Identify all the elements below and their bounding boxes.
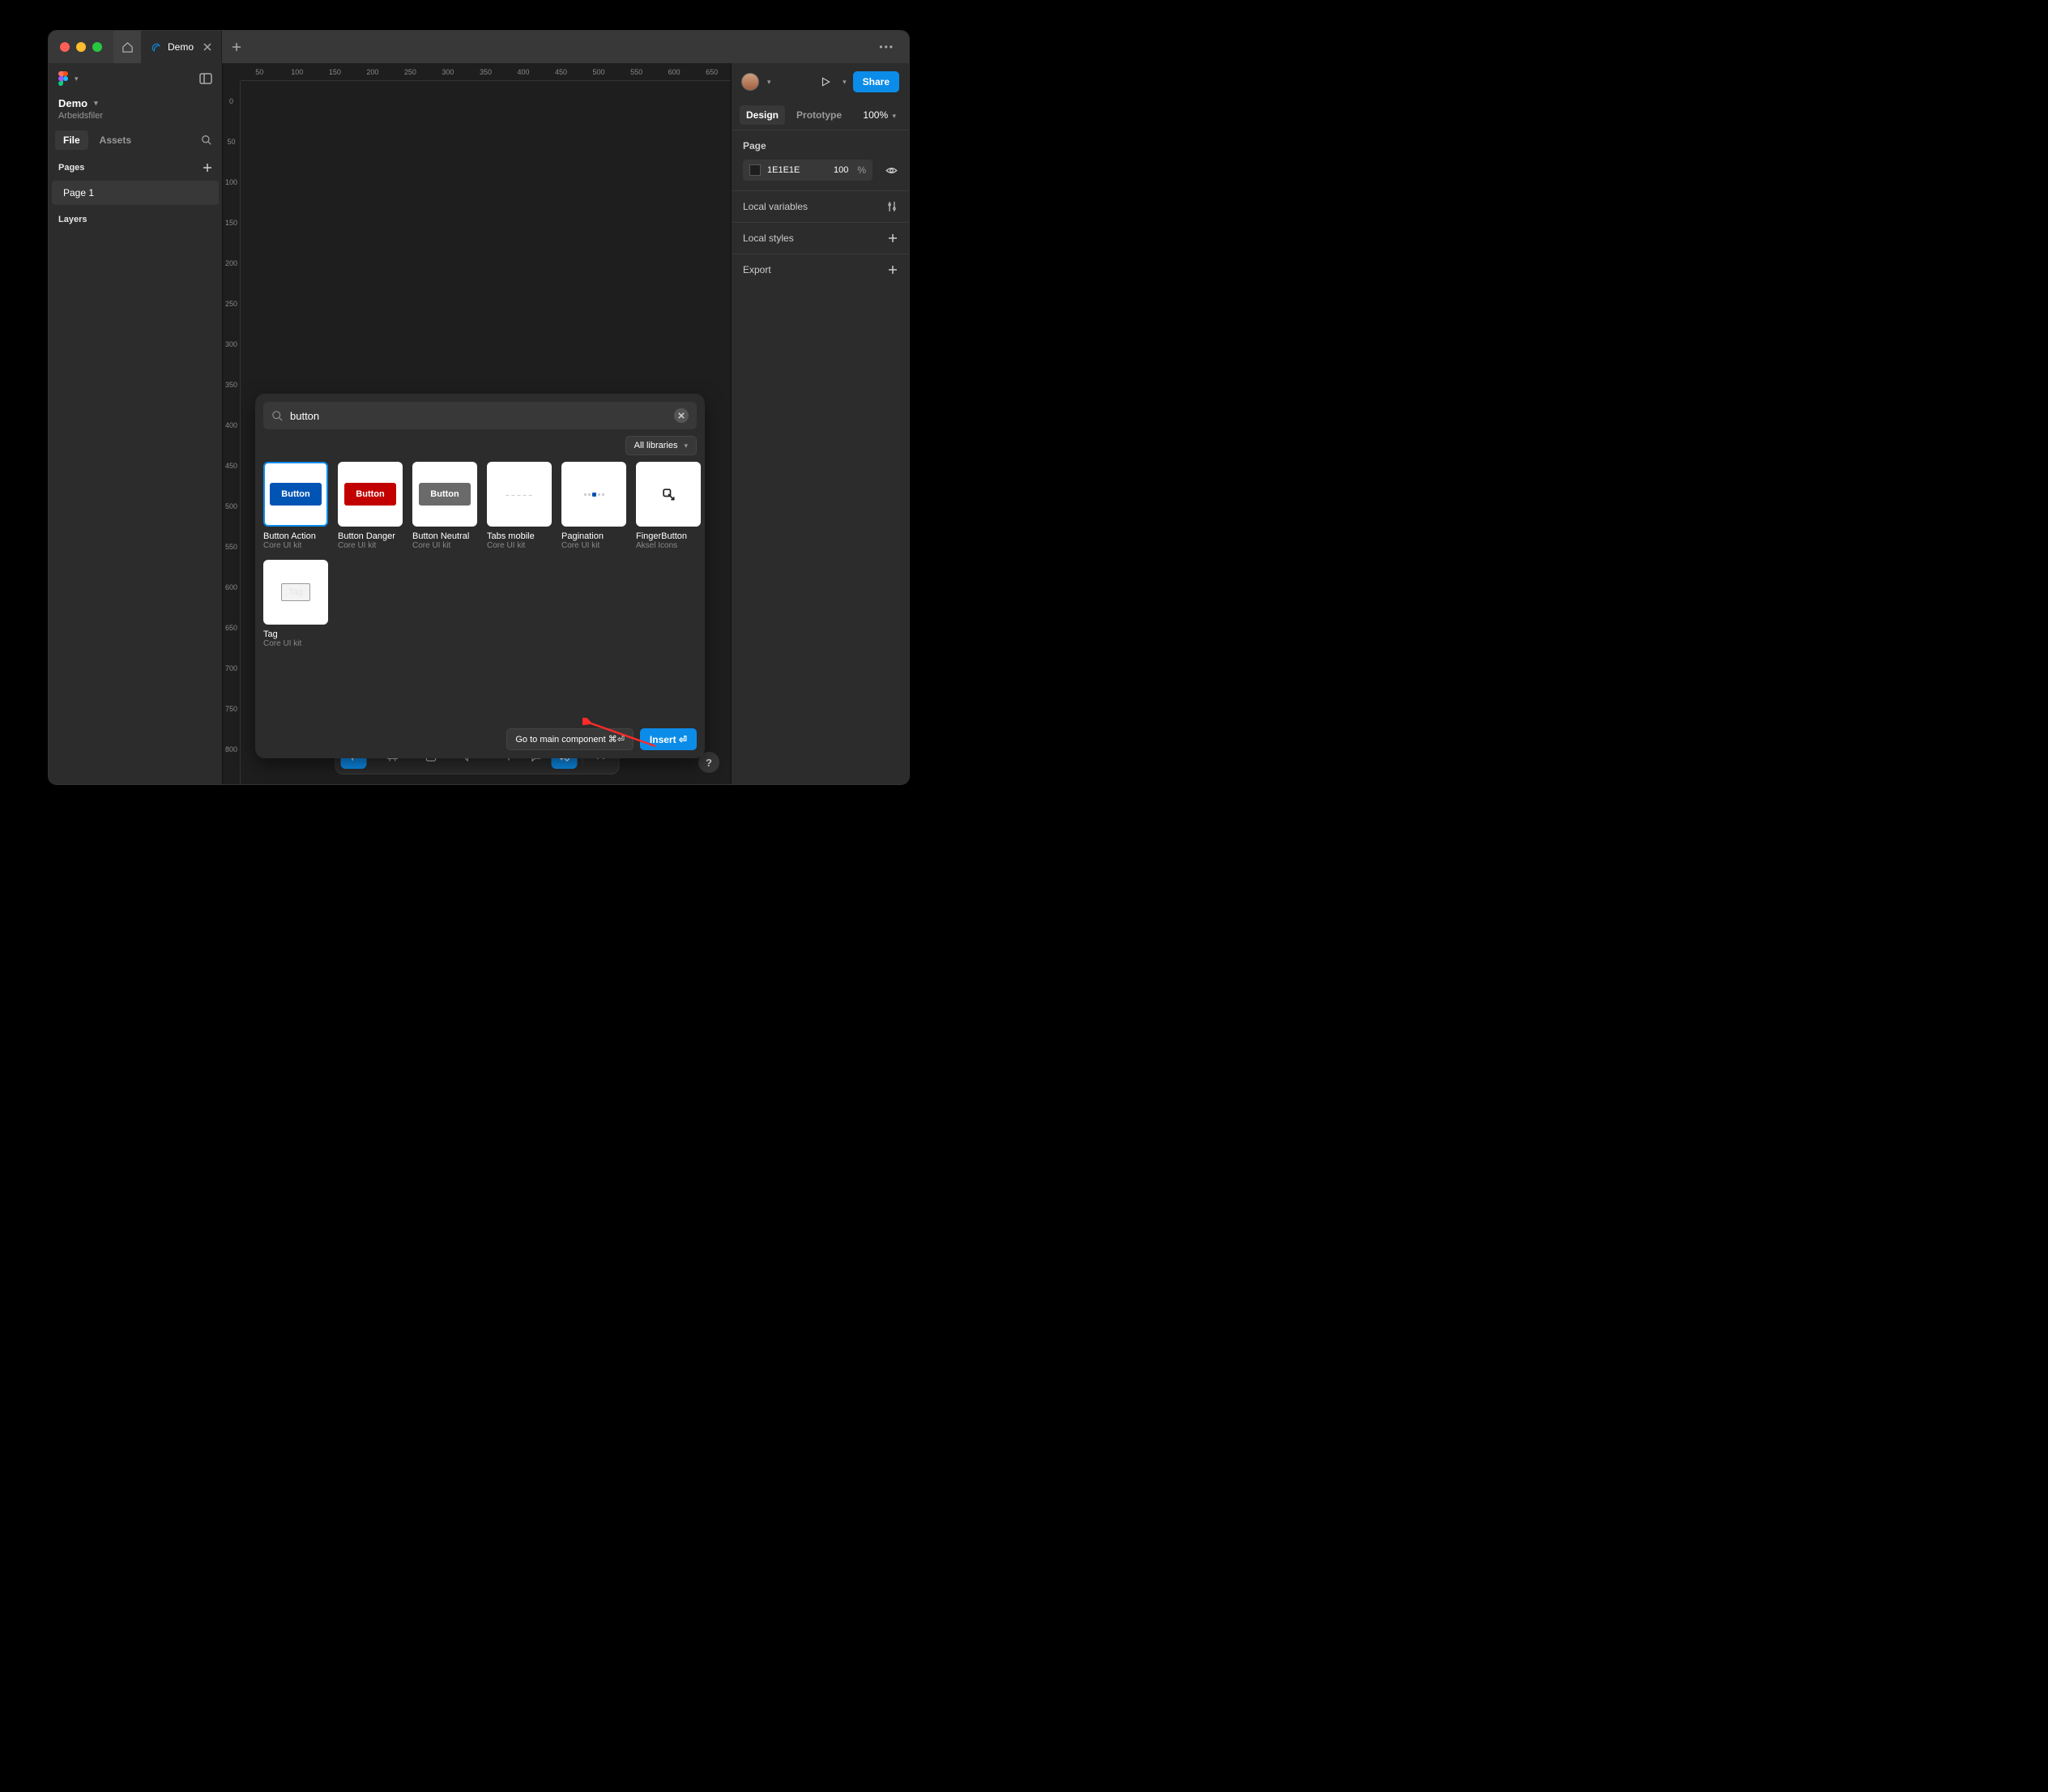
design-tab[interactable]: Design — [740, 105, 785, 125]
layers-header: Layers — [49, 205, 222, 234]
asset-item[interactable]: Button Button Danger Core UI kit — [338, 462, 403, 550]
window-menu-button[interactable]: ••• — [864, 41, 909, 53]
clear-search-button[interactable] — [674, 408, 689, 423]
go-to-main-component-button[interactable]: Go to main component ⌘⏎ — [506, 728, 634, 750]
file-name-button[interactable]: Demo ▾ — [58, 97, 212, 109]
finger-button-icon — [660, 486, 676, 502]
assets-grid: Button Button Action Core UI kit Button … — [255, 462, 705, 720]
app-window: Demo ••• ▾ — [49, 31, 909, 784]
asset-item[interactable]: FingerButton Aksel Icons — [636, 462, 701, 550]
zoom-control[interactable]: 100% ▾ — [858, 106, 901, 124]
file-tab[interactable]: Demo — [141, 31, 222, 63]
new-tab-button[interactable] — [222, 42, 251, 52]
asset-item[interactable]: Button Button Action Core UI kit — [263, 462, 328, 550]
chevron-down-icon: ▾ — [684, 442, 688, 450]
figma-logo-icon — [58, 71, 68, 86]
page-item[interactable]: Page 1 — [52, 181, 219, 205]
assets-search-input[interactable] — [290, 410, 668, 422]
prototype-tab[interactable]: Prototype — [790, 105, 848, 125]
local-styles-row[interactable]: Local styles — [732, 222, 909, 254]
plus-icon — [888, 265, 898, 275]
file-tab-button[interactable]: File — [55, 130, 88, 150]
plus-icon — [888, 233, 898, 243]
canvas[interactable]: 50100150200250300350400450500550600650 0… — [223, 63, 731, 784]
maximize-window-button[interactable] — [92, 42, 102, 52]
settings-icon — [886, 201, 898, 212]
share-button[interactable]: Share — [853, 71, 899, 92]
local-variables-row[interactable]: Local variables — [732, 190, 909, 222]
visibility-toggle-icon[interactable] — [885, 164, 898, 177]
panels-toggle-button[interactable] — [199, 73, 212, 84]
tab-title: Demo — [168, 41, 194, 53]
asset-item[interactable]: Tag Tag Core UI kit — [263, 560, 328, 648]
assets-search[interactable] — [263, 402, 697, 429]
ruler-horizontal: 50100150200250300350400450500550600650 — [241, 63, 731, 81]
chevron-down-icon: ▾ — [75, 75, 79, 83]
present-button[interactable] — [817, 73, 834, 91]
window-controls — [49, 42, 113, 52]
team-name[interactable]: Arbeidsfiler — [58, 111, 212, 121]
chevron-down-icon[interactable]: ▾ — [767, 78, 771, 87]
assets-tab-button[interactable]: Assets — [92, 130, 139, 150]
right-panel: ▾ ▾ Share Design Prototype 100% ▾ Page — [731, 63, 909, 784]
export-row[interactable]: Export — [732, 254, 909, 285]
titlebar: Demo ••• — [49, 31, 909, 63]
chevron-down-icon: ▾ — [892, 112, 896, 120]
asset-item[interactable]: Button Button Neutral Core UI kit — [412, 462, 477, 550]
home-button[interactable] — [113, 31, 141, 63]
design-file-icon — [151, 42, 161, 53]
user-avatar[interactable] — [741, 73, 759, 91]
ruler-vertical: 0501001502002503003504004505005506006507… — [223, 81, 241, 784]
close-window-button[interactable] — [60, 42, 70, 52]
insert-button[interactable]: Insert ⏎ — [640, 728, 697, 750]
assets-panel: All libraries ▾ Button Button Action Cor… — [255, 394, 705, 758]
pages-header: Pages — [49, 155, 222, 181]
search-icon — [271, 410, 284, 422]
color-swatch — [749, 164, 761, 176]
left-panel: ▾ Demo ▾ Arbeidsfiler File Assets — [49, 63, 223, 784]
chevron-down-icon[interactable]: ▾ — [843, 78, 847, 87]
close-tab-icon[interactable] — [203, 43, 211, 51]
minimize-window-button[interactable] — [76, 42, 86, 52]
asset-item[interactable]: Pagination Core UI kit — [561, 462, 626, 550]
search-icon[interactable] — [198, 131, 215, 149]
chevron-down-icon: ▾ — [94, 99, 98, 108]
add-page-button[interactable] — [203, 163, 212, 173]
asset-item[interactable]: — — — — — Tabs mobile Core UI kit — [487, 462, 552, 550]
figma-menu-button[interactable]: ▾ — [58, 71, 79, 86]
page-section-label: Page — [743, 140, 898, 151]
background-color-field[interactable]: 1E1E1E 100 % — [743, 160, 873, 181]
library-filter-button[interactable]: All libraries ▾ — [625, 436, 697, 455]
